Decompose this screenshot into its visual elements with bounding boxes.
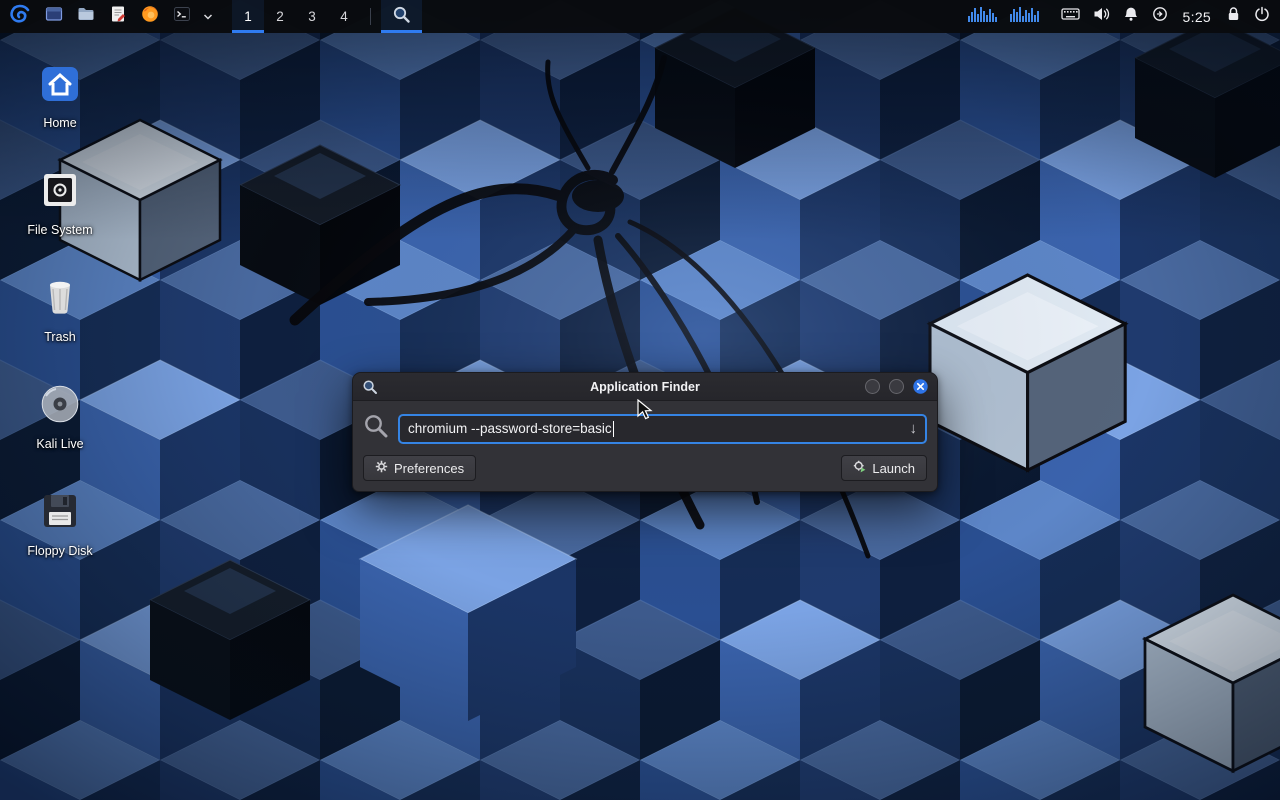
desktop-icon-home[interactable]: Home <box>12 58 108 130</box>
desktop-icon-kali-live[interactable]: Kali Live <box>12 379 108 451</box>
close-button[interactable] <box>913 379 928 394</box>
system-tray: 5:25 <box>968 0 1280 33</box>
keyboard-icon[interactable] <box>1061 7 1080 26</box>
desktop-icon-label: Kali Live <box>12 437 108 451</box>
window-icon <box>45 5 63 28</box>
filesystem-icon <box>38 168 82 217</box>
minimize-button[interactable] <box>865 379 880 394</box>
launcher-dropdown[interactable] <box>198 0 218 33</box>
status-orb-icon[interactable] <box>1152 6 1168 27</box>
gear-icon <box>375 460 388 476</box>
folder-icon <box>77 5 95 28</box>
kali-menu-button[interactable] <box>0 0 38 33</box>
dropdown-arrow-icon[interactable]: ↓ <box>910 421 918 436</box>
panel-separator <box>370 8 371 25</box>
desktop-icon-label: Floppy Disk <box>12 544 108 558</box>
desktop-icon-label: File System <box>12 223 108 237</box>
notifications-bell-icon[interactable] <box>1123 6 1139 27</box>
desktop-icon-label: Home <box>12 116 108 130</box>
volume-icon[interactable] <box>1093 6 1110 27</box>
screen-lock-icon[interactable] <box>1226 6 1241 27</box>
desktop-icon-filesystem[interactable]: File System <box>12 165 108 237</box>
preferences-button[interactable]: Preferences <box>363 455 476 481</box>
launch-label: Launch <box>872 461 915 476</box>
launcher-window-manager[interactable] <box>38 0 70 33</box>
workspace-3[interactable]: 3 <box>296 0 328 33</box>
launcher-text-editor[interactable] <box>102 0 134 33</box>
audio-spectrum-icon[interactable] <box>968 4 1048 29</box>
launcher-terminal[interactable] <box>166 0 198 33</box>
home-icon <box>38 61 82 110</box>
launcher-file-manager[interactable] <box>70 0 102 33</box>
workspace-4[interactable]: 4 <box>328 0 360 33</box>
maximize-button[interactable] <box>889 379 904 394</box>
taskbar-application-finder[interactable] <box>381 0 422 33</box>
search-input[interactable]: chromium --password-store=basic ↓ <box>398 414 927 444</box>
terminal-icon <box>173 5 191 28</box>
trash-icon <box>38 275 82 324</box>
document-edit-icon <box>109 5 127 28</box>
desktop-icon-label: Trash <box>12 330 108 344</box>
search-icon <box>363 413 389 444</box>
chevron-down-icon <box>203 8 213 26</box>
launch-icon <box>853 460 866 476</box>
preferences-label: Preferences <box>394 461 464 476</box>
top-panel: 1 2 3 4 5:25 <box>0 0 1280 33</box>
power-icon[interactable] <box>1254 6 1270 27</box>
application-finder-window: Application Finder chromium --password-s… <box>352 372 938 492</box>
clock[interactable]: 5:25 <box>1181 9 1213 25</box>
text-caret <box>613 421 615 437</box>
floppy-icon <box>38 489 82 538</box>
desktop-icon-floppy[interactable]: Floppy Disk <box>12 486 108 558</box>
app-finder-icon <box>392 5 411 29</box>
desktop-icon-trash[interactable]: Trash <box>12 272 108 344</box>
window-titlebar[interactable]: Application Finder <box>353 373 937 401</box>
window-title: Application Finder <box>353 380 937 394</box>
workspace-2[interactable]: 2 <box>264 0 296 33</box>
disc-icon <box>38 382 82 431</box>
kali-logo-icon <box>6 1 32 32</box>
workspace-1[interactable]: 1 <box>232 0 264 33</box>
mouse-cursor <box>637 399 653 421</box>
search-input-text: chromium --password-store=basic <box>408 421 612 436</box>
firefox-icon <box>141 5 159 28</box>
launch-button[interactable]: Launch <box>841 455 927 481</box>
launcher-firefox[interactable] <box>134 0 166 33</box>
workspace-switcher: 1 2 3 4 <box>232 0 360 33</box>
